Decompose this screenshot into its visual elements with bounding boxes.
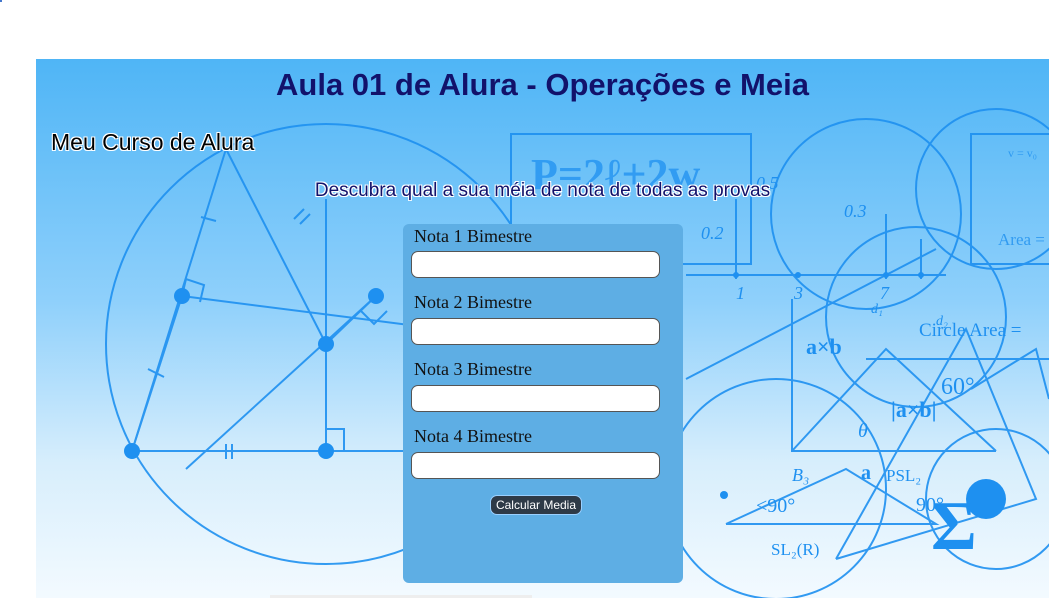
bg-text: 0.2 bbox=[701, 223, 724, 243]
bg-text: |a×b| bbox=[891, 397, 936, 422]
bg-text: SL₂(R) bbox=[771, 540, 819, 559]
nota-3-input[interactable] bbox=[411, 385, 660, 412]
page-subtitle: Descubra qual a sua méia de nota de toda… bbox=[314, 180, 771, 201]
bg-text: 0.3 bbox=[844, 201, 867, 221]
bg-text: 7 bbox=[880, 283, 890, 303]
hero-banner: P=2ℓ+2w 0.5 0.3 0.2 1 3 7 a×b |a×b| Circ… bbox=[36, 59, 1049, 598]
bg-text: 3 bbox=[793, 283, 803, 303]
bg-text: a bbox=[861, 462, 871, 484]
bg-text: a×b bbox=[806, 334, 842, 359]
bg-text: d₁ bbox=[871, 302, 883, 317]
nota-2-label: Nota 2 Bimestre bbox=[414, 292, 532, 312]
calculate-average-button[interactable]: Calcular Media bbox=[490, 495, 582, 515]
bg-text: 60° bbox=[941, 374, 975, 400]
bg-text: θ bbox=[858, 420, 868, 442]
nota-2-input[interactable] bbox=[411, 318, 660, 345]
bg-text: 1 bbox=[736, 283, 745, 303]
bg-text: Σ bbox=[931, 488, 977, 565]
grade-form-panel: Nota 1 Bimestre Nota 2 Bimestre Nota 3 B… bbox=[403, 224, 683, 583]
course-title: Meu Curso de Alura bbox=[51, 129, 255, 155]
page-title: Aula 01 de Alura - Operações e Meia bbox=[276, 67, 809, 102]
nota-4-label: Nota 4 Bimestre bbox=[414, 426, 532, 446]
bg-text: d₂ bbox=[936, 314, 948, 329]
bg-text: Circle Area = bbox=[919, 320, 1022, 341]
bg-text: v = v₀ bbox=[1008, 146, 1037, 160]
nota-3-label: Nota 3 Bimestre bbox=[414, 359, 532, 379]
bg-text: PSL₂ bbox=[886, 466, 921, 485]
corner-dot bbox=[0, 0, 2, 2]
nota-1-label: Nota 1 Bimestre bbox=[414, 226, 532, 246]
bg-text: Area = bbox=[998, 230, 1045, 249]
nota-4-input[interactable] bbox=[411, 452, 660, 479]
bg-text: B₃ bbox=[792, 465, 809, 485]
bg-text: <90° bbox=[756, 495, 795, 517]
nota-1-input[interactable] bbox=[411, 251, 660, 278]
